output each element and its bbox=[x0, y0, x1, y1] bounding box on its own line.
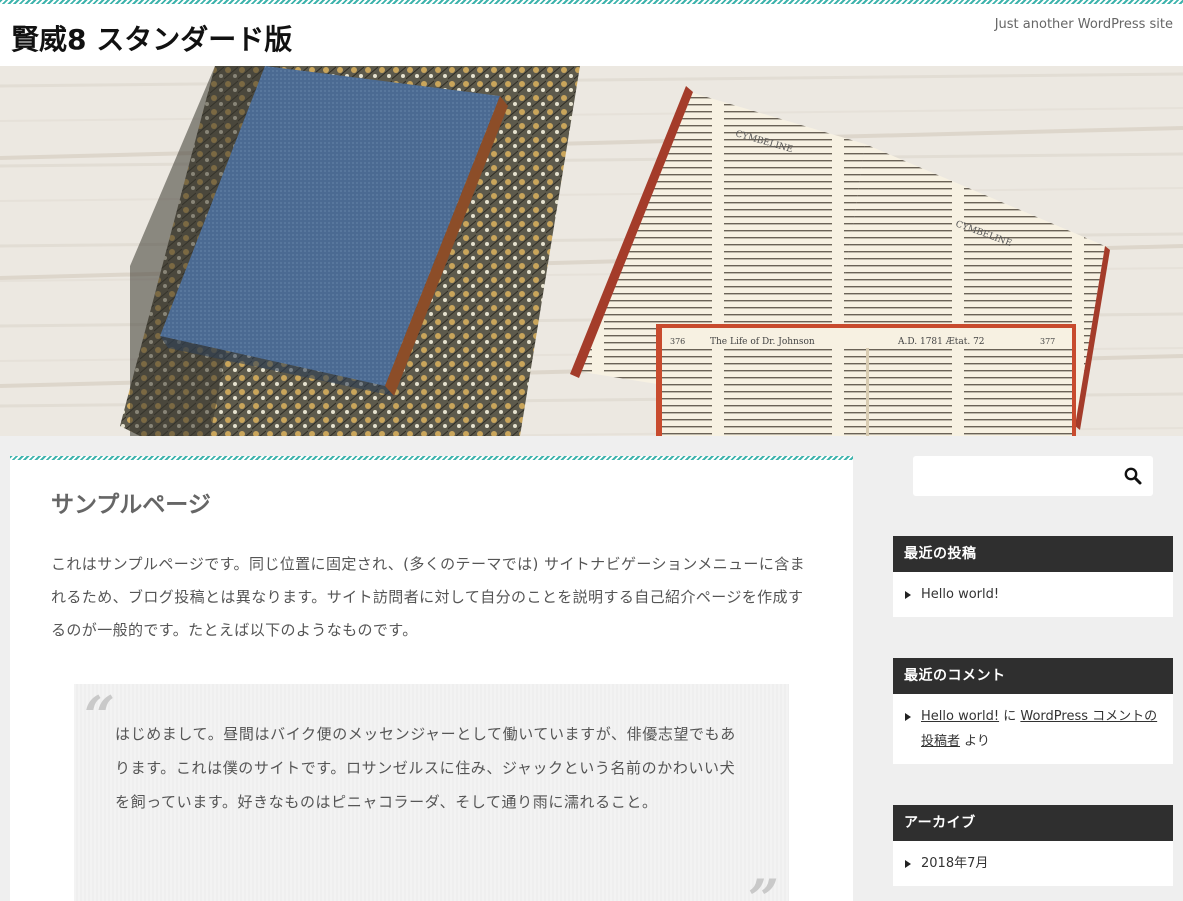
blockquote: “ はじめまして。昼間はバイク便のメッセンジャーとして働いていますが、俳優志望で… bbox=[74, 684, 789, 901]
main-content: サンプルページ これはサンプルページです。同じ位置に固定され、(多くのテーマでは… bbox=[10, 456, 853, 901]
quote-open-icon: “ bbox=[84, 684, 116, 748]
page-title: サンプルページ bbox=[51, 492, 211, 518]
search-input[interactable] bbox=[921, 464, 1111, 488]
search-form bbox=[913, 456, 1153, 496]
left-page-number: 376 bbox=[670, 337, 685, 346]
recent-comments-title: 最近のコメント bbox=[893, 658, 1173, 694]
list-item: 2018年7月 bbox=[905, 851, 1161, 876]
search-icon bbox=[1124, 467, 1142, 485]
content-accent-stripe bbox=[10, 456, 853, 460]
list-item: Hello world! bbox=[905, 582, 1161, 607]
site-title[interactable]: 賢威8 スタンダード版 bbox=[11, 18, 292, 58]
archive-link[interactable]: 2018年7月 bbox=[921, 856, 988, 871]
site-header: 賢威8 スタンダード版 Just another WordPress site bbox=[0, 4, 1183, 66]
quote-close-icon: ” bbox=[747, 867, 779, 901]
recent-post-link[interactable]: Hello world! bbox=[921, 587, 999, 602]
recent-posts-title: 最近の投稿 bbox=[893, 536, 1173, 572]
header-image: CYMBELINE CYMBELINE The Life of Dr. John… bbox=[0, 66, 1183, 436]
triangle-bullet-icon bbox=[905, 713, 911, 721]
search-button[interactable] bbox=[1123, 466, 1143, 486]
triangle-bullet-icon bbox=[905, 860, 911, 868]
intro-paragraph: これはサンプルページです。同じ位置に固定され、(多くのテーマでは) サイトナビゲ… bbox=[51, 555, 806, 639]
archives-widget: アーカイブ 2018年7月 bbox=[893, 805, 1173, 886]
comment-on-text: に bbox=[1003, 709, 1017, 724]
site-tagline: Just another WordPress site bbox=[994, 17, 1173, 32]
right-book-header: A.D. 1781 Ætat. 72 bbox=[897, 337, 985, 347]
quote-text: はじめまして。昼間はバイク便のメッセンジャーとして働いていますが、俳優志望でもあ… bbox=[115, 725, 736, 811]
comment-post-link[interactable]: Hello world! bbox=[921, 709, 999, 724]
list-item: Hello world! に WordPress コメントの投稿者 より bbox=[905, 704, 1161, 754]
recent-posts-widget: 最近の投稿 Hello world! bbox=[893, 536, 1173, 617]
triangle-bullet-icon bbox=[905, 591, 911, 599]
archives-title: アーカイブ bbox=[893, 805, 1173, 841]
recent-comments-widget: 最近のコメント Hello world! に WordPress コメントの投稿… bbox=[893, 658, 1173, 764]
right-page-number: 377 bbox=[1040, 337, 1055, 346]
left-book-header: The Life of Dr. Johnson bbox=[710, 337, 815, 347]
comment-by-text: より bbox=[964, 734, 990, 749]
